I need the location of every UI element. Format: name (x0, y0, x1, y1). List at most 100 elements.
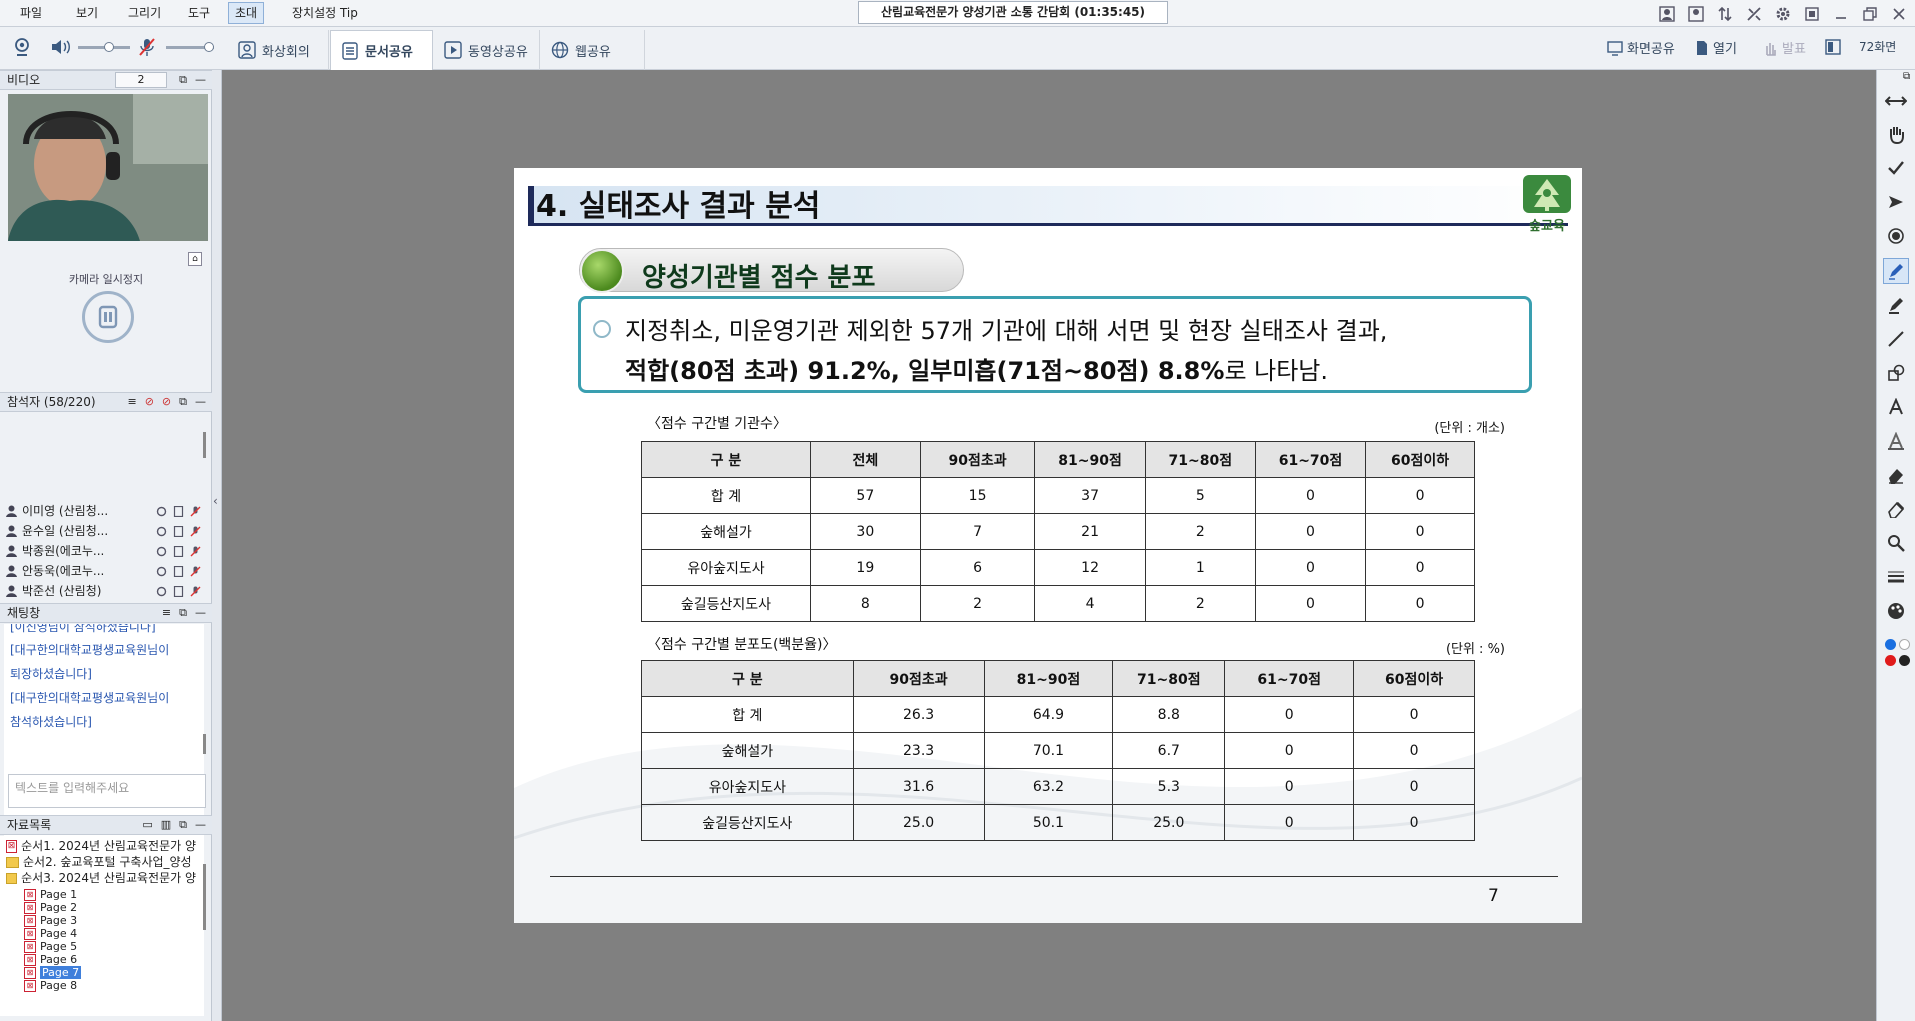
page-item[interactable]: ⊠ Page 3 (24, 914, 204, 927)
trash-icon[interactable]: ▥ (161, 816, 171, 834)
profile-icon[interactable] (1657, 4, 1677, 23)
popout-icon[interactable]: ⧉ (1903, 71, 1910, 82)
color-white-swatch[interactable] (1899, 639, 1910, 650)
shapes-icon[interactable] (1883, 360, 1909, 386)
color-red-swatch[interactable] (1885, 655, 1896, 666)
menu-draw[interactable]: 그리기 (122, 0, 167, 26)
list-icon[interactable]: ≡ (127, 393, 136, 411)
page-item[interactable]: ⊠ Page 8 (24, 979, 204, 992)
pan-arrows-icon[interactable] (1883, 88, 1909, 114)
collapse-icon[interactable]: — (195, 604, 206, 622)
page-item[interactable]: ⊠ Page 1 (24, 888, 204, 901)
participant-row[interactable]: 박준선 (산림청) (6, 581, 201, 601)
participant-row[interactable]: 박종원(에코누... (6, 541, 201, 561)
pen-icon[interactable] (1883, 258, 1909, 284)
video-count-select[interactable]: 2 (115, 72, 167, 88)
document-status-icon[interactable] (173, 565, 184, 577)
panel-splitter[interactable]: ‹ (212, 70, 222, 1021)
file-item[interactable]: 순서3. 2024년 산림교육전문가 양 (6, 870, 196, 886)
page-item[interactable]: ⊠ Page 7 (24, 966, 204, 979)
line-icon[interactable] (1883, 326, 1909, 352)
lock-icon[interactable]: ⌂ (188, 252, 202, 266)
color-blue-swatch[interactable] (1885, 639, 1896, 650)
mic-slider[interactable] (166, 42, 215, 52)
popout-icon[interactable]: ⧉ (179, 71, 187, 89)
tools-icon[interactable] (1744, 4, 1764, 23)
participants-scrollbar[interactable] (203, 432, 206, 458)
layout-72-button[interactable]: 72화면 (1825, 38, 1896, 55)
tab-video-share[interactable]: 동영상공유 (434, 30, 540, 70)
volume-slider[interactable] (78, 42, 130, 52)
text-box-icon[interactable] (1883, 428, 1909, 454)
color-palette-icon[interactable] (1883, 598, 1909, 624)
mic-all-off-icon[interactable]: ⊘ (162, 393, 171, 411)
highlighter-icon[interactable] (1883, 292, 1909, 318)
mic-muted-icon[interactable] (190, 526, 201, 537)
menu-tools[interactable]: 도구 (182, 0, 216, 26)
tab-web-share[interactable]: 웹공유 (541, 30, 645, 70)
zoom-search-icon[interactable] (1883, 530, 1909, 556)
mic-muted-icon[interactable] (190, 546, 201, 557)
menu-file[interactable]: 파일 (14, 0, 48, 26)
clear-eraser-icon[interactable] (1883, 496, 1909, 522)
list-icon[interactable]: ≡ (162, 604, 171, 622)
document-status-icon[interactable] (173, 545, 184, 557)
tab-video-conference[interactable]: 화상회의 (228, 30, 329, 70)
check-icon[interactable] (1883, 155, 1909, 181)
color-black-swatch[interactable] (1899, 655, 1910, 666)
popout-icon[interactable]: ⧉ (179, 816, 187, 834)
collapse-icon[interactable]: — (195, 71, 206, 89)
close-icon[interactable] (1889, 4, 1909, 23)
webcam-icon[interactable] (12, 37, 32, 57)
camera-status-icon[interactable] (156, 566, 167, 577)
participant-row[interactable]: 안동욱(에코누... (6, 561, 201, 581)
chat-scrollbar[interactable] (203, 734, 206, 754)
collapse-icon[interactable]: — (195, 816, 206, 834)
folder-icon[interactable]: ▭ (142, 816, 152, 834)
hand-icon[interactable] (1883, 121, 1909, 147)
eraser-icon[interactable] (1883, 462, 1909, 488)
layout-toggle-icon[interactable] (1802, 4, 1822, 23)
document-status-icon[interactable] (173, 585, 184, 597)
pointer-arrow-icon[interactable] (1883, 189, 1909, 215)
open-button[interactable]: 열기 (1695, 38, 1737, 57)
collapse-icon[interactable]: — (195, 393, 206, 411)
text-tool-icon[interactable] (1883, 394, 1909, 420)
popout-icon[interactable]: ⧉ (179, 393, 187, 411)
mute-all-icon[interactable]: ⊘ (145, 393, 154, 411)
user-icon[interactable] (1686, 4, 1706, 23)
camera-pause-button[interactable] (82, 291, 134, 343)
participant-row[interactable]: 이미영 (산림청... (6, 501, 201, 521)
menu-invite[interactable]: 초대 (228, 2, 265, 24)
page-item[interactable]: ⊠ Page 6 (24, 953, 204, 966)
page-item[interactable]: ⊠ Page 4 (24, 927, 204, 940)
settings-gear-icon[interactable] (1773, 4, 1793, 23)
collapse-left-icon[interactable]: ‹ (213, 494, 218, 508)
page-item[interactable]: ⊠ Page 2 (24, 901, 204, 914)
present-button[interactable]: 발표 (1762, 38, 1806, 57)
document-status-icon[interactable] (173, 525, 184, 537)
line-weight-icon[interactable] (1883, 564, 1909, 590)
restore-icon[interactable] (1860, 4, 1880, 23)
participant-row[interactable]: 윤수일 (산림청... (6, 521, 201, 541)
camera-status-icon[interactable] (156, 506, 167, 517)
menu-view[interactable]: 보기 (70, 0, 104, 26)
tab-document-share[interactable]: 문서공유 (330, 30, 433, 70)
camera-status-icon[interactable] (156, 546, 167, 557)
file-item[interactable]: 순서2. 숲교육포털 구축사업_양성 (6, 854, 196, 870)
mic-muted-icon[interactable] (190, 566, 201, 577)
sort-arrows-icon[interactable] (1715, 4, 1735, 23)
mic-slider-thumb[interactable] (204, 42, 215, 52)
screen-share-button[interactable]: 화면공유 (1607, 38, 1675, 57)
popout-icon[interactable]: ⧉ (179, 604, 187, 622)
menu-device-tip[interactable]: 장치설정 Tip (286, 0, 364, 26)
mic-muted-icon[interactable] (190, 586, 201, 597)
speaker-icon[interactable] (50, 38, 72, 56)
camera-status-icon[interactable] (156, 526, 167, 537)
camera-status-icon[interactable] (156, 586, 167, 597)
mic-muted-icon[interactable] (138, 37, 156, 57)
chat-input[interactable]: 텍스트를 입력해주세요 (8, 774, 206, 808)
document-status-icon[interactable] (173, 505, 184, 517)
mic-muted-icon[interactable] (190, 506, 201, 517)
volume-slider-thumb[interactable] (104, 42, 115, 52)
